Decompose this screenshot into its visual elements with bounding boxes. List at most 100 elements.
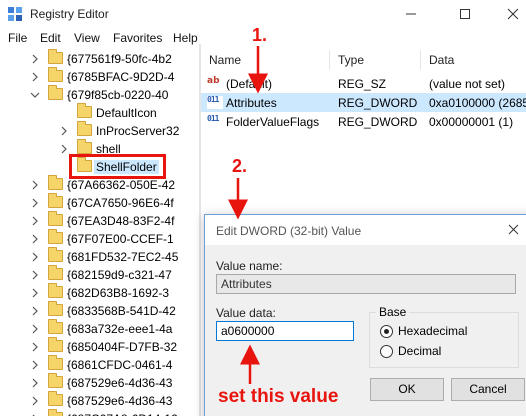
chevron-right-icon[interactable] xyxy=(30,360,40,370)
chevron-right-icon[interactable] xyxy=(30,324,40,334)
title-bar: Registry Editor xyxy=(0,0,526,28)
folder-icon xyxy=(48,409,63,416)
step-2-label: 2. xyxy=(232,156,248,176)
ok-button[interactable]: OK xyxy=(370,378,444,401)
folder-icon xyxy=(48,391,63,406)
decimal-radio[interactable] xyxy=(380,345,393,358)
tree-item[interactable]: DefaultIcon xyxy=(0,103,200,122)
tree-item[interactable]: {682D63B8-1692-3 xyxy=(0,283,200,302)
tree-item[interactable]: {687C07A8-6D14-12 xyxy=(0,409,200,416)
tree-item[interactable]: {6833568B-541D-42 xyxy=(0,301,200,320)
menu-edit[interactable]: Edit xyxy=(40,31,61,45)
value-name: FolderValueFlags xyxy=(226,115,320,129)
menu-favorites[interactable]: Favorites xyxy=(113,31,162,45)
highlight-box-shellfolder xyxy=(69,154,166,179)
menu-help[interactable]: Help xyxy=(173,31,198,45)
chevron-right-icon[interactable] xyxy=(30,306,40,316)
tree-item[interactable]: {679f85cb-0220-40 xyxy=(0,85,200,104)
minimize-button[interactable] xyxy=(388,0,434,28)
chevron-right-icon[interactable] xyxy=(30,396,40,406)
tree-item-label: {687C07A8-6D14-12 xyxy=(67,412,178,416)
chevron-right-icon[interactable] xyxy=(59,144,69,154)
tree-item[interactable]: {67F07E00-CCEF-1 xyxy=(0,229,200,248)
close-icon[interactable] xyxy=(508,224,519,235)
tree-item-label: {687529e6-4d36-43 xyxy=(67,376,173,390)
column-divider[interactable] xyxy=(329,50,330,70)
value-data: 0x00000001 (1) xyxy=(429,115,514,129)
folder-icon xyxy=(77,121,92,136)
registry-editor-window: Registry Editor File Edit View Favorites… xyxy=(0,0,526,416)
tree-item-label: {6861CFDC-0461-4 xyxy=(67,358,173,372)
chevron-right-icon[interactable] xyxy=(30,288,40,298)
value-row-attributes[interactable]: 011 Attributes REG_DWORD 0xa0100000 (268… xyxy=(201,93,526,112)
base-label: Base xyxy=(376,305,410,319)
tree-item-label: {687529e6-4d36-43 xyxy=(67,394,173,408)
chevron-right-icon[interactable] xyxy=(30,54,40,64)
hexadecimal-radio[interactable] xyxy=(380,325,393,338)
folder-icon xyxy=(48,175,63,190)
tree-item[interactable]: {687529e6-4d36-43 xyxy=(0,391,200,410)
tree-item[interactable]: {6785BFAC-9D2D-4 xyxy=(0,67,200,86)
column-header-data[interactable]: Data xyxy=(429,53,454,67)
maximize-button[interactable] xyxy=(442,0,488,28)
string-value-icon: ab xyxy=(207,76,223,90)
value-data: (value not set) xyxy=(429,77,506,91)
chevron-right-icon[interactable] xyxy=(30,180,40,190)
maximize-icon xyxy=(460,9,470,19)
tree-item[interactable]: {67CA7650-96E6-4f xyxy=(0,193,200,212)
column-header-name[interactable]: Name xyxy=(209,53,241,67)
chevron-right-icon[interactable] xyxy=(30,234,40,244)
window-title: Registry Editor xyxy=(30,7,109,21)
column-header-type[interactable]: Type xyxy=(338,53,364,67)
chevron-right-icon[interactable] xyxy=(30,216,40,226)
chevron-right-icon[interactable] xyxy=(30,270,40,280)
tree-item[interactable]: {6861CFDC-0461-4 xyxy=(0,355,200,374)
chevron-right-icon[interactable] xyxy=(30,378,40,388)
tree-item-label: DefaultIcon xyxy=(96,106,157,120)
folder-icon xyxy=(48,247,63,262)
step-1-label: 1. xyxy=(252,25,268,45)
tree-item[interactable]: InProcServer32 xyxy=(0,121,200,140)
chevron-right-icon[interactable] xyxy=(30,72,40,82)
folder-icon xyxy=(48,229,63,244)
tree-item[interactable]: {687529e6-4d36-43 xyxy=(0,373,200,392)
chevron-right-icon[interactable] xyxy=(59,126,69,136)
tree-item[interactable]: {681FD532-7EC2-45 xyxy=(0,247,200,266)
value-type: REG_SZ xyxy=(338,77,387,91)
value-name-field[interactable] xyxy=(216,274,516,294)
registry-editor-icon xyxy=(8,7,22,21)
menu-view[interactable]: View xyxy=(74,31,100,45)
hexadecimal-label[interactable]: Hexadecimal xyxy=(398,324,467,338)
chevron-right-icon[interactable] xyxy=(30,252,40,262)
value-row-foldervalueflags[interactable]: 011 FolderValueFlags REG_DWORD 0x0000000… xyxy=(201,112,526,131)
tree-item[interactable]: {67EA3D48-83F2-4f xyxy=(0,211,200,230)
key-tree[interactable]: {677561f9-50fc-4b2 {6785BFAC-9D2D-4 {679f8… xyxy=(0,48,200,416)
chevron-down-icon[interactable] xyxy=(30,90,40,100)
tree-item[interactable]: {6850404F-D7FB-32 xyxy=(0,337,200,356)
tree-item[interactable]: {683a732e-eee1-4a xyxy=(0,319,200,338)
value-data-field[interactable] xyxy=(216,321,354,341)
decimal-label[interactable]: Decimal xyxy=(398,344,441,358)
cancel-button[interactable]: Cancel xyxy=(451,378,525,401)
menu-file[interactable]: File xyxy=(8,31,27,45)
folder-icon xyxy=(48,355,63,370)
close-button[interactable] xyxy=(490,0,526,28)
folder-icon xyxy=(48,265,63,280)
folder-icon xyxy=(48,373,63,388)
tree-item[interactable]: {677561f9-50fc-4b2 xyxy=(0,49,200,68)
dialog-title: Edit DWORD (32-bit) Value xyxy=(216,224,362,238)
tree-item-label: {677561f9-50fc-4b2 xyxy=(67,52,172,66)
value-type: REG_DWORD xyxy=(338,96,418,110)
chevron-right-icon[interactable] xyxy=(30,342,40,352)
folder-icon xyxy=(48,283,63,298)
column-divider[interactable] xyxy=(420,50,421,70)
chevron-right-icon[interactable] xyxy=(30,198,40,208)
value-row-default[interactable]: ab (Default) REG_SZ (value not set) xyxy=(201,74,526,93)
base-groupbox: Base Hexadecimal Decimal xyxy=(369,305,519,368)
folder-icon xyxy=(48,301,63,316)
tree-item-label: {679f85cb-0220-40 xyxy=(67,88,169,102)
folder-icon xyxy=(48,67,63,82)
tree-item-label: {6833568B-541D-42 xyxy=(67,304,176,318)
folder-icon xyxy=(48,193,63,208)
tree-item[interactable]: {682159d9-c321-47 xyxy=(0,265,200,284)
